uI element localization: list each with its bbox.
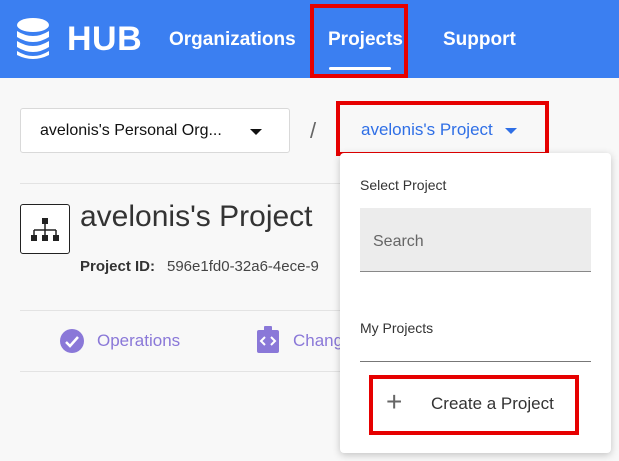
breadcrumb-separator: / [310,118,317,143]
organization-selector[interactable]: avelonis's Personal Org... [20,108,290,153]
highlight-box-projects-nav [310,4,408,78]
project-search-input[interactable]: Search [360,208,591,272]
section-divider [20,310,340,311]
my-projects-heading: My Projects [360,320,434,336]
highlight-box-create-project [369,375,579,435]
my-projects-divider [360,361,591,362]
tab-operations[interactable]: Operations [97,331,180,351]
changes-icon[interactable] [256,326,280,354]
project-hierarchy-icon [20,204,70,254]
section-divider [20,371,340,372]
project-id-value: 596e1fd0-32a6-4ece-9 [167,258,319,275]
project-id-label: Project ID: [80,258,156,275]
operations-icon[interactable] [59,328,85,354]
caret-down-icon [250,129,262,135]
hub-logo-icon[interactable] [16,17,50,61]
select-project-heading: Select Project [360,177,447,193]
nav-support[interactable]: Support [443,29,516,51]
highlight-box-project-selector [336,101,549,156]
nav-organizations[interactable]: Organizations [169,29,296,51]
organization-selector-label: avelonis's Personal Org... [40,122,222,139]
tab-changes[interactable]: Changes [293,331,340,351]
logo-text[interactable]: HUB [67,20,142,59]
project-title: avelonis's Project [80,200,313,233]
section-divider [20,183,340,184]
search-placeholder: Search [373,233,424,250]
